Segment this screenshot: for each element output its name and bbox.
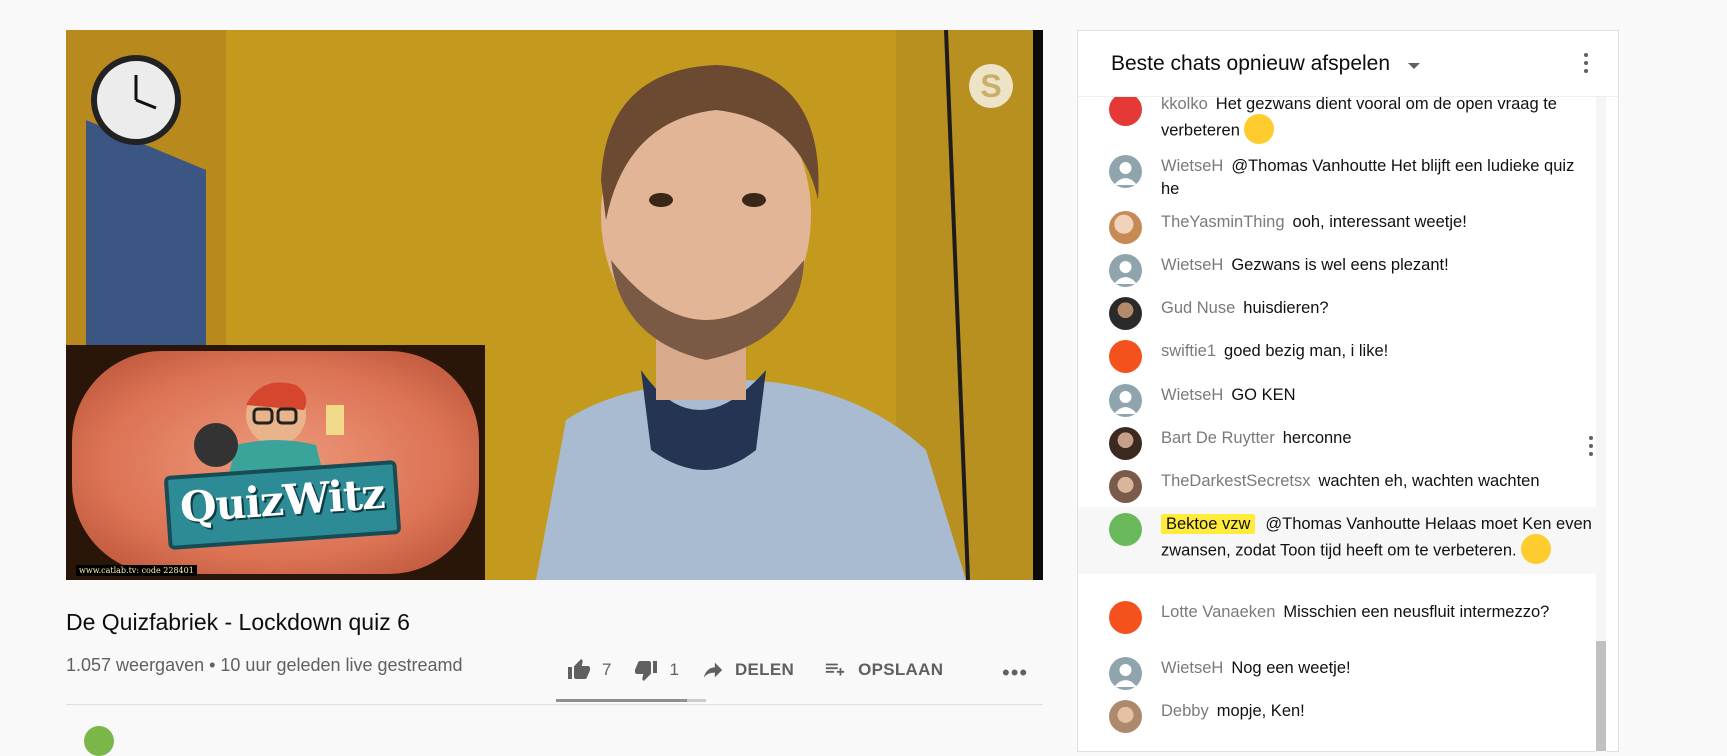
quiz-overlay: QuizWitz www.catlab.tv: code 228401 xyxy=(66,345,485,580)
chat-message-body: Gud Nuse huisdieren? xyxy=(1161,297,1579,320)
divider xyxy=(66,704,1043,705)
chat-author[interactable]: Debby xyxy=(1161,702,1209,720)
chat-message-body: Bart De Ruytter herconne xyxy=(1161,427,1579,450)
chat-mode-dropdown[interactable]: Beste chats opnieuw afspelen xyxy=(1111,52,1390,76)
like-ratio-fill xyxy=(556,699,688,702)
default-avatar-icon xyxy=(1109,155,1142,188)
chat-author[interactable]: WietseH xyxy=(1161,659,1223,677)
chat-text: huisdieren? xyxy=(1243,299,1329,317)
chat-message: WietseH Gezwans is wel eens plezant! xyxy=(1109,254,1579,287)
chat-author[interactable]: swiftie1 xyxy=(1161,342,1216,360)
chat-author[interactable]: WietseH xyxy=(1161,256,1223,274)
chat-message-body: WietseH Gezwans is wel eens plezant! xyxy=(1161,254,1579,277)
chat-text: ooh, interessant weetje! xyxy=(1292,213,1467,231)
user-avatar xyxy=(1109,340,1142,373)
owner-author-badge[interactable]: Bektoe vzw xyxy=(1161,514,1256,534)
share-button[interactable]: DELEN xyxy=(701,659,794,681)
chat-message-body: Lotte Vanaeken Misschien een neusfluit in… xyxy=(1161,601,1579,624)
wink-emoji-icon xyxy=(1243,114,1274,144)
chat-text: Nog een weetje! xyxy=(1231,659,1351,677)
chat-text: goed bezig man, i like! xyxy=(1224,342,1389,360)
chat-header: Beste chats opnieuw afspelen xyxy=(1078,31,1618,97)
chat-message-owner: Bektoe vzw @Thomas Vanhoutte Helaas moet … xyxy=(1078,507,1599,574)
video-title: De Quizfabriek - Lockdown quiz 6 xyxy=(66,609,410,635)
chat-message: WietseH Nog een weetje! xyxy=(1109,657,1579,690)
chat-author[interactable]: Bart De Ruytter xyxy=(1161,429,1275,447)
chat-author[interactable]: TheDarkestSecretsx xyxy=(1161,472,1310,490)
user-avatar xyxy=(1109,470,1142,503)
chat-message: Lotte Vanaeken Misschien een neusfluit in… xyxy=(1109,601,1579,634)
chat-text: GO KEN xyxy=(1231,386,1296,404)
live-chat-replay: Beste chats opnieuw afspelen kkolko Het g… xyxy=(1077,30,1619,752)
video-meta: 1.057 weergaven • 10 uur geleden live ge… xyxy=(66,655,463,675)
share-label: DELEN xyxy=(734,660,795,679)
thumbs-up-icon xyxy=(568,659,590,679)
chat-message-body: TheYasminThing ooh, interessant weetje! xyxy=(1161,211,1579,234)
thumbs-down-icon xyxy=(635,661,658,681)
share-arrow-icon xyxy=(703,662,723,678)
chat-text: Misschien een neusfluit intermezzo? xyxy=(1283,603,1550,621)
chat-message-body: TheDarkestSecretsx wachten eh, wachten wa… xyxy=(1161,470,1579,493)
user-avatar xyxy=(1109,297,1142,330)
chat-message: TheYasminThing ooh, interessant weetje! xyxy=(1109,211,1579,244)
chat-message-body: WietseH Nog een weetje! xyxy=(1161,657,1579,680)
chat-message: TheDarkestSecretsx wachten eh, wachten wa… xyxy=(1109,470,1579,503)
chat-author[interactable]: Gud Nuse xyxy=(1161,299,1235,317)
skype-icon: S xyxy=(969,64,1013,108)
chat-text: Gezwans is wel eens plezant! xyxy=(1231,256,1449,274)
user-avatar xyxy=(1109,601,1142,634)
chat-text: Het gezwans dient vooral om de open vraa… xyxy=(1161,95,1557,140)
chat-text: mopje, Ken! xyxy=(1216,702,1305,720)
chat-message-body: Debby mopje, Ken! xyxy=(1161,700,1579,723)
chat-message: Debby mopje, Ken! xyxy=(1109,700,1579,733)
chat-message: Bart De Ruytter herconne xyxy=(1109,427,1579,460)
chat-author[interactable]: kkolko xyxy=(1161,95,1208,113)
save-label: OPSLAAN xyxy=(858,660,944,679)
chat-text: herconne xyxy=(1282,429,1352,447)
chat-author[interactable]: Lotte Vanaeken xyxy=(1161,603,1275,621)
video-edge xyxy=(1033,30,1043,580)
chat-message-body: WietseH GO KEN xyxy=(1161,384,1579,407)
chat-message: swiftie1 goed bezig man, i like! xyxy=(1109,340,1579,373)
chat-scrollbar-thumb[interactable] xyxy=(1596,641,1606,751)
message-menu-icon[interactable] xyxy=(1589,436,1593,460)
chat-author[interactable]: WietseH xyxy=(1161,157,1223,175)
chat-message: WietseH GO KEN xyxy=(1109,384,1579,417)
like-button[interactable]: 7 xyxy=(566,658,611,682)
quiz-code-caption: www.catlab.tv: code 228401 xyxy=(76,565,197,576)
video-player[interactable]: S QuizWitz www.catlab.tv: code 228401 xyxy=(66,30,1043,580)
more-actions-button[interactable]: ••• xyxy=(1002,660,1028,686)
chat-message: kkolko Het gezwans dient vooral om de ope… xyxy=(1109,93,1579,146)
chat-author[interactable]: TheYasminThing xyxy=(1161,213,1285,231)
chat-message: WietseH @Thomas Vanhoutte Het blijft een … xyxy=(1109,155,1579,201)
dislike-button[interactable]: 1 xyxy=(633,658,679,682)
user-avatar xyxy=(1109,211,1142,244)
chat-message-body: kkolko Het gezwans dient vooral om de ope… xyxy=(1161,93,1579,146)
dislike-count: 1 xyxy=(669,660,679,679)
chat-author[interactable]: WietseH xyxy=(1161,386,1223,404)
default-avatar-icon xyxy=(1109,657,1142,690)
save-button[interactable]: OPSLAAN xyxy=(822,659,943,681)
like-count: 7 xyxy=(602,660,612,679)
chat-text: wachten eh, wachten wachten xyxy=(1318,472,1540,490)
chat-message-body: swiftie1 goed bezig man, i like! xyxy=(1161,340,1579,363)
channel-avatar[interactable] xyxy=(84,726,114,756)
user-avatar xyxy=(1109,700,1142,733)
channel-owner-avatar xyxy=(1109,513,1142,546)
default-avatar-icon xyxy=(1109,254,1142,287)
chat-menu-icon[interactable] xyxy=(1584,53,1588,77)
chat-message-body: WietseH @Thomas Vanhoutte Het blijft een … xyxy=(1161,155,1579,201)
dropdown-caret-icon[interactable] xyxy=(1408,63,1420,69)
user-avatar xyxy=(1109,93,1142,126)
chat-message: Gud Nuse huisdieren? xyxy=(1109,297,1579,330)
video-actions: 7 1 DELEN OPSLAAN xyxy=(566,655,971,685)
tongue-emoji-icon xyxy=(1520,534,1551,564)
default-avatar-icon xyxy=(1109,384,1142,417)
like-dislike-bar xyxy=(556,699,706,702)
user-avatar xyxy=(1109,427,1142,460)
playlist-add-icon xyxy=(825,663,845,676)
chat-message-body: Bektoe vzw @Thomas Vanhoutte Helaas moet … xyxy=(1161,513,1599,566)
